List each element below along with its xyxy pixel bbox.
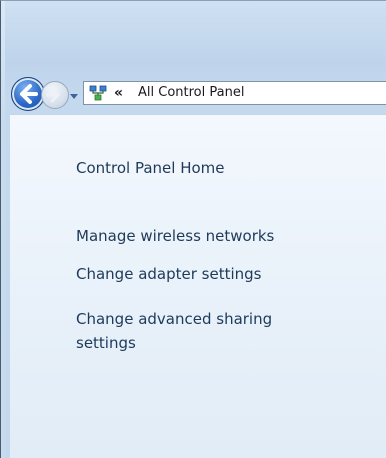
manage-wireless-networks-link[interactable]: Manage wireless networks [76, 226, 274, 246]
address-bar[interactable]: « All Control Panel [83, 81, 386, 105]
control-panel-home-link[interactable]: Control Panel Home [76, 158, 225, 178]
change-advanced-sharing-settings-link[interactable]: Change advanced sharing [76, 309, 272, 329]
forward-button[interactable] [41, 81, 69, 109]
explorer-window: « All Control Panel Control Panel Home M… [0, 0, 386, 458]
chevron-down-icon [70, 94, 78, 99]
change-adapter-settings-link[interactable]: Change adapter settings [76, 264, 262, 284]
back-button[interactable] [11, 77, 45, 111]
forward-arrow-icon [46, 87, 60, 103]
back-arrow-icon [20, 84, 38, 104]
network-center-icon [89, 85, 107, 101]
recent-pages-dropdown[interactable] [69, 87, 79, 99]
navigation-pane: Control Panel Home Manage wireless netwo… [10, 114, 386, 458]
change-advanced-sharing-settings-link-line-2[interactable]: settings [76, 333, 136, 353]
navigation-toolbar: « All Control Panel [5, 73, 386, 113]
breadcrumb-all-control-panel[interactable]: All Control Panel [138, 85, 244, 101]
breadcrumb-overflow-chevron[interactable]: « [114, 84, 123, 102]
